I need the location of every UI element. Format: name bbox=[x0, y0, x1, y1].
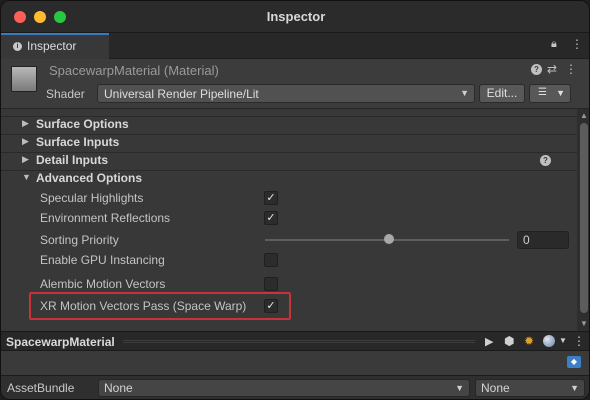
sphere-preview-icon[interactable] bbox=[543, 335, 555, 347]
foldout-label: Surface Inputs bbox=[36, 135, 120, 149]
alembic-motion-vectors-checkbox[interactable] bbox=[264, 277, 278, 291]
dropdown-value: None bbox=[481, 381, 510, 395]
chevron-down-icon[interactable]: ▼ bbox=[559, 336, 567, 345]
specular-highlights-checkbox[interactable]: ✓ bbox=[264, 191, 278, 205]
info-icon: i bbox=[13, 42, 22, 51]
foldout-label: Surface Options bbox=[36, 117, 129, 131]
inspector-window: Inspector i Inspector 🔒︎ ⋮ SpacewarpMate… bbox=[0, 0, 590, 400]
property-label: Specular Highlights bbox=[40, 191, 144, 205]
shader-dropdown-value: Universal Render Pipeline/Lit bbox=[104, 87, 259, 101]
list-icon: ☰ bbox=[538, 87, 547, 98]
foldout-label: Advanced Options bbox=[36, 171, 143, 185]
foldout-advanced-options[interactable]: ▼ Advanced Options bbox=[1, 170, 577, 188]
chevron-down-icon: ▼ bbox=[570, 383, 579, 393]
mesh-icon[interactable]: ⬢ bbox=[504, 334, 514, 348]
presets-icon[interactable]: ⇄ bbox=[547, 62, 557, 76]
environment-reflections-checkbox[interactable]: ✓ bbox=[264, 211, 278, 225]
foldout-label: Detail Inputs bbox=[36, 153, 109, 167]
label-tag-icon[interactable]: ◆ bbox=[567, 356, 581, 368]
vertical-scrollbar[interactable]: ▲ ▼ bbox=[577, 109, 589, 331]
property-gpu-instancing: Enable GPU Instancing bbox=[1, 250, 577, 270]
property-environment-reflections: Environment Reflections ✓ bbox=[1, 208, 577, 228]
highlight-annotation bbox=[29, 292, 291, 320]
property-label: Sorting Priority bbox=[40, 233, 119, 247]
scroll-down-icon[interactable]: ▼ bbox=[580, 319, 588, 328]
property-label: Enable GPU Instancing bbox=[40, 253, 165, 267]
material-thumbnail bbox=[11, 66, 37, 92]
property-alembic-motion-vectors: Alembic Motion Vectors bbox=[1, 274, 577, 294]
slider-handle[interactable] bbox=[384, 234, 394, 244]
foldout-surface-inputs[interactable]: ▶ Surface Inputs bbox=[1, 134, 577, 152]
assetbundle-bar: AssetBundle None ▼ None ▼ bbox=[1, 375, 589, 399]
shader-list-button[interactable]: ☰ ▼ bbox=[529, 84, 571, 103]
shader-label: Shader bbox=[46, 87, 85, 101]
scroll-up-icon[interactable]: ▲ bbox=[580, 111, 588, 120]
chevron-down-icon: ▼ bbox=[556, 88, 565, 98]
property-specular-highlights: Specular Highlights ✓ bbox=[1, 188, 577, 208]
preview-title: SpacewarpMaterial bbox=[6, 335, 115, 349]
scrollbar-thumb[interactable] bbox=[580, 123, 588, 313]
property-label: Environment Reflections bbox=[40, 211, 171, 225]
drag-handle[interactable] bbox=[123, 340, 475, 343]
chevron-right-icon: ▶ bbox=[22, 154, 29, 164]
edit-shader-button[interactable]: Edit... bbox=[479, 84, 525, 103]
lock-icon[interactable]: 🔒︎ bbox=[551, 38, 557, 51]
help-icon[interactable]: ? bbox=[540, 155, 551, 166]
gpu-instancing-checkbox[interactable] bbox=[264, 253, 278, 267]
assetbundle-label: AssetBundle bbox=[7, 381, 75, 395]
sorting-priority-field[interactable]: 0 bbox=[517, 231, 569, 249]
foldout-surface-options[interactable]: ▶ Surface Options bbox=[1, 116, 577, 134]
tab-bar: i Inspector 🔒︎ ⋮ bbox=[1, 33, 589, 59]
preview-menu-icon[interactable]: ⋮ bbox=[573, 334, 585, 348]
play-icon[interactable]: ▶ bbox=[485, 335, 493, 348]
component-menu-icon[interactable]: ⋮ bbox=[565, 62, 577, 76]
chevron-right-icon: ▶ bbox=[22, 136, 29, 146]
chevron-down-icon: ▼ bbox=[455, 383, 464, 393]
chevron-down-icon: ▼ bbox=[22, 172, 31, 182]
inspector-content: ▶ Surface Options ▶ Surface Inputs ▶ Det… bbox=[1, 109, 577, 331]
shader-dropdown[interactable]: Universal Render Pipeline/Lit ▼ bbox=[97, 84, 475, 103]
property-sorting-priority: Sorting Priority 0 bbox=[1, 230, 577, 250]
tab-inspector[interactable]: i Inspector bbox=[1, 33, 109, 59]
assetbundle-variant-dropdown[interactable]: None ▼ bbox=[475, 379, 585, 397]
assetbundle-name-dropdown[interactable]: None ▼ bbox=[98, 379, 470, 397]
preview-area: ◆ bbox=[1, 351, 589, 375]
material-name: SpacewarpMaterial (Material) bbox=[49, 63, 219, 78]
chevron-down-icon: ▼ bbox=[460, 88, 469, 98]
more-menu-icon[interactable]: ⋮ bbox=[571, 37, 583, 51]
window-title: Inspector bbox=[266, 9, 326, 24]
light-icon[interactable]: ✹ bbox=[524, 334, 534, 348]
tab-label: Inspector bbox=[27, 39, 77, 53]
material-header: SpacewarpMaterial (Material) ? ⇄ ⋮ Shade… bbox=[1, 59, 589, 109]
chevron-right-icon: ▶ bbox=[22, 118, 29, 128]
foldout-detail-inputs[interactable]: ▶ Detail Inputs ? bbox=[1, 152, 577, 170]
dropdown-value: None bbox=[104, 381, 133, 395]
title-bar: Inspector bbox=[1, 1, 589, 33]
property-label: Alembic Motion Vectors bbox=[40, 277, 166, 291]
help-icon[interactable]: ? bbox=[531, 64, 542, 75]
preview-header[interactable]: SpacewarpMaterial ▶ ⬢ ✹ ▼ ⋮ bbox=[1, 331, 589, 351]
